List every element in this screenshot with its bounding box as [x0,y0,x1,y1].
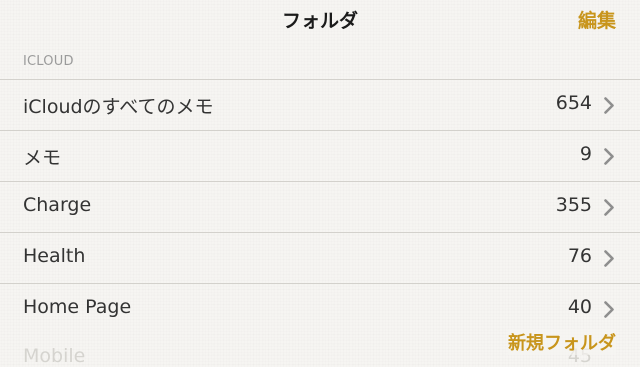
folder-row-notes[interactable]: メモ 9 [0,130,640,181]
chevron-right-icon [603,301,615,318]
folder-count: 76 [567,245,592,267]
folder-label: Health [23,245,86,267]
folder-count: 355 [555,194,592,216]
navigation-bar: フォルダ 編集 [0,0,640,40]
new-folder-button[interactable]: 新規フォルダ [508,329,616,355]
folder-label: iCloudのすべてのメモ [23,96,214,118]
folder-count: 9 [579,143,592,165]
chevron-right-icon [603,199,615,216]
section-header-icloud: ICLOUD [23,54,74,69]
folder-row-all-icloud-notes[interactable]: iCloudのすべてのメモ 654 [0,79,640,130]
chevron-right-icon [603,250,615,267]
folder-row-charge[interactable]: Charge 355 [0,181,640,232]
edit-button[interactable]: 編集 [578,6,616,33]
folder-row-health[interactable]: Health 76 [0,232,640,283]
folder-label: メモ [23,147,62,169]
folder-label: Home Page [23,296,132,318]
folder-row-home-page[interactable]: Home Page 40 [0,283,640,334]
chevron-right-icon [603,148,615,165]
chevron-right-icon [603,97,615,114]
folder-count: 40 [567,296,592,318]
folder-list: iCloudのすべてのメモ 654 メモ 9 Charge 355 Health… [0,79,640,334]
folder-count: 654 [555,92,592,114]
folder-label: Charge [23,194,92,216]
page-title: フォルダ [281,10,358,32]
folder-row-mobile-partial[interactable]: Mobile [23,345,85,367]
